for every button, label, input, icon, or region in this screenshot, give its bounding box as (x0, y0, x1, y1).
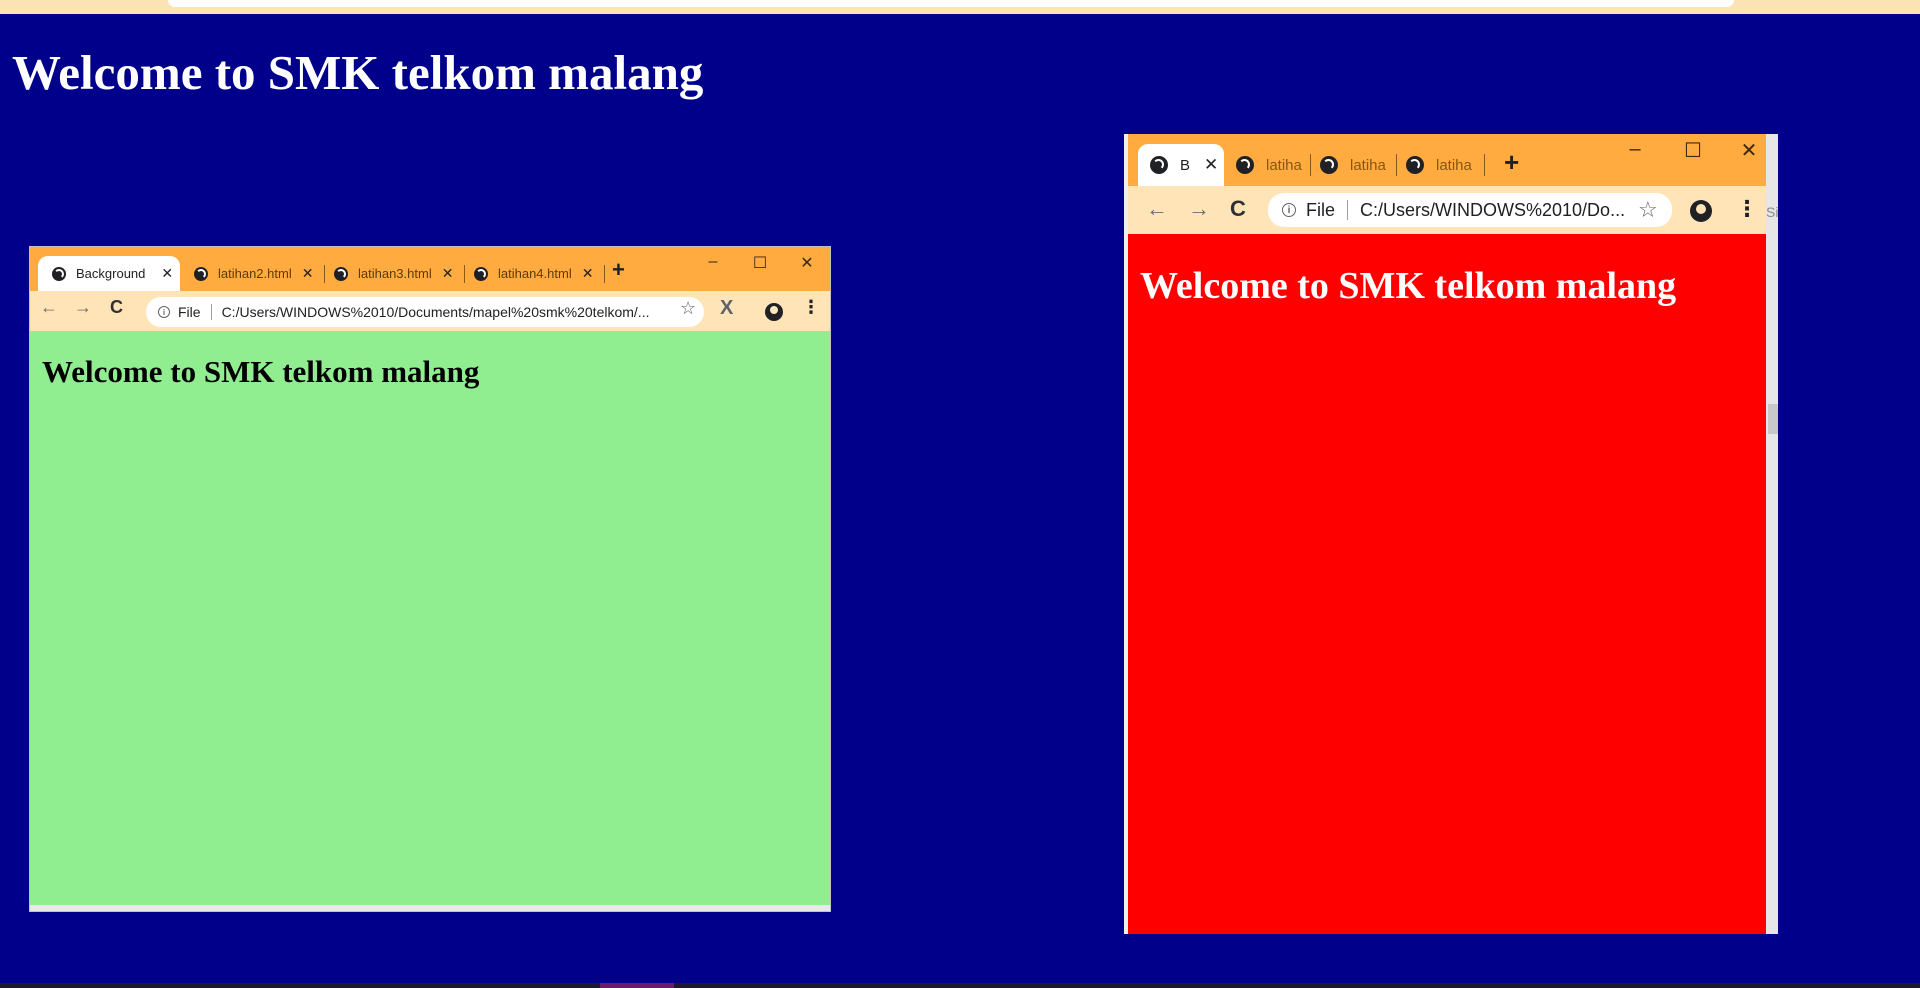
info-icon[interactable]: i (158, 306, 170, 318)
tab-label: latihan3.html (358, 266, 432, 281)
minimize-button[interactable]: – (698, 253, 728, 271)
browser-toolbar: ← → C i File C:/Users/WINDOWS%2010/Docum… (30, 291, 830, 331)
page-content-red: Welcome to SMK telkom malang (1128, 234, 1766, 934)
page-content-green: Welcome to SMK telkom malang (30, 331, 830, 911)
globe-icon (474, 266, 488, 281)
browser-window-red: B ✕ latiha latiha latiha + – ☐ ✕ ← → C i… (1124, 134, 1778, 934)
scheme-label: File (178, 304, 201, 320)
menu-icon[interactable]: ⋮ (1736, 196, 1758, 222)
tab-close-icon[interactable]: ✕ (442, 265, 454, 282)
tab-label: latihan4.html (498, 266, 572, 281)
background-window-peek-text: Si (1766, 204, 1778, 220)
globe-icon (1320, 156, 1338, 174)
forward-button[interactable]: → (74, 297, 92, 318)
bookmark-star-icon[interactable]: ☆ (1638, 197, 1658, 223)
url-text[interactable]: C:/Users/WINDOWS%2010/Documents/mapel%20… (222, 304, 650, 320)
tab-label: latiha (1266, 156, 1302, 174)
minimize-button[interactable]: – (1618, 138, 1652, 161)
globe-icon (334, 266, 348, 281)
reload-button[interactable]: C (1230, 196, 1246, 222)
tab-label: B (1180, 156, 1191, 174)
tab-separator (604, 265, 605, 283)
tab-separator (1396, 154, 1397, 176)
background-window-edge (1766, 134, 1778, 934)
tab-latihan3[interactable]: latihan3.html ✕ (334, 256, 462, 291)
tab-separator (324, 265, 325, 283)
tab-separator (464, 265, 465, 283)
browser-window-green: Background ✕ latihan2.html ✕ latihan3.ht… (30, 247, 830, 911)
menu-icon[interactable]: ⋮ (802, 297, 820, 318)
tab-close-icon[interactable]: ✕ (161, 265, 173, 282)
address-separator (1347, 200, 1349, 220)
info-icon[interactable]: i (1282, 203, 1296, 217)
tab-close-icon[interactable]: ✕ (582, 265, 594, 282)
tab-strip: B ✕ latiha latiha latiha + – ☐ ✕ (1128, 134, 1766, 186)
address-bar[interactable]: i File C:/Users/WINDOWS%2010/Documents/m… (146, 297, 704, 327)
tab-separator (1484, 154, 1485, 176)
scheme-label: File (1306, 199, 1336, 220)
tab-b[interactable]: B ✕ (1138, 144, 1224, 186)
tab-latihan2[interactable]: latihan2.html ✕ (194, 256, 322, 291)
tab-label: latiha (1350, 156, 1386, 174)
globe-icon (1150, 156, 1168, 174)
globe-icon (52, 266, 66, 281)
tab-latiha-2[interactable]: latiha (1320, 144, 1390, 186)
url-text[interactable]: C:/Users/WINDOWS%2010/Do... (1360, 200, 1625, 221)
forward-button[interactable]: → (1188, 196, 1210, 222)
maximize-button[interactable]: ☐ (1676, 138, 1710, 163)
outer-address-bar-edge[interactable] (168, 0, 1734, 7)
back-button[interactable]: ← (40, 297, 58, 318)
maximize-button[interactable]: ☐ (745, 253, 775, 273)
tab-close-icon[interactable]: ✕ (302, 265, 314, 282)
browser-toolbar: ← → C i File C:/Users/WINDOWS%2010/Do...… (1128, 186, 1766, 234)
new-tab-button[interactable]: + (612, 257, 625, 283)
content-heading: Welcome to SMK telkom malang (42, 354, 480, 389)
tab-label: latiha (1436, 156, 1472, 174)
tab-latiha-1[interactable]: latiha (1236, 144, 1306, 186)
address-separator (210, 304, 212, 320)
account-icon[interactable] (765, 303, 783, 321)
close-button[interactable]: ✕ (792, 253, 822, 273)
taskbar-edge (0, 983, 1920, 988)
window-bottom-edge (30, 905, 830, 911)
tab-latihan4[interactable]: latihan4.html ✕ (474, 256, 602, 291)
bookmark-star-icon[interactable]: ☆ (680, 298, 696, 319)
content-heading: Welcome to SMK telkom malang (1140, 265, 1677, 307)
taskbar-item[interactable] (600, 983, 674, 988)
tab-close-icon[interactable]: ✕ (1204, 155, 1218, 175)
globe-icon (1406, 156, 1424, 174)
close-button[interactable]: ✕ (1732, 138, 1766, 163)
window-left-edge (1124, 134, 1128, 934)
tab-background[interactable]: Background ✕ (38, 256, 180, 291)
top-browser-strip (0, 0, 1920, 14)
tab-strip: Background ✕ latihan2.html ✕ latihan3.ht… (30, 247, 830, 291)
globe-icon (194, 266, 208, 281)
account-icon[interactable] (1690, 200, 1712, 222)
page-title: Welcome to SMK telkom malang (12, 45, 704, 100)
extension-icon[interactable]: X (720, 297, 733, 320)
new-tab-button[interactable]: + (1504, 147, 1519, 178)
reload-button[interactable]: C (110, 297, 123, 318)
tab-label: latihan2.html (218, 266, 292, 281)
tab-separator (1310, 154, 1311, 176)
tab-label: Background (76, 266, 146, 281)
tab-latiha-3[interactable]: latiha (1406, 144, 1476, 186)
address-bar[interactable]: i File C:/Users/WINDOWS%2010/Do... (1268, 193, 1672, 227)
globe-icon (1236, 156, 1254, 174)
scrollbar-thumb[interactable] (1768, 404, 1778, 434)
back-button[interactable]: ← (1146, 196, 1168, 222)
